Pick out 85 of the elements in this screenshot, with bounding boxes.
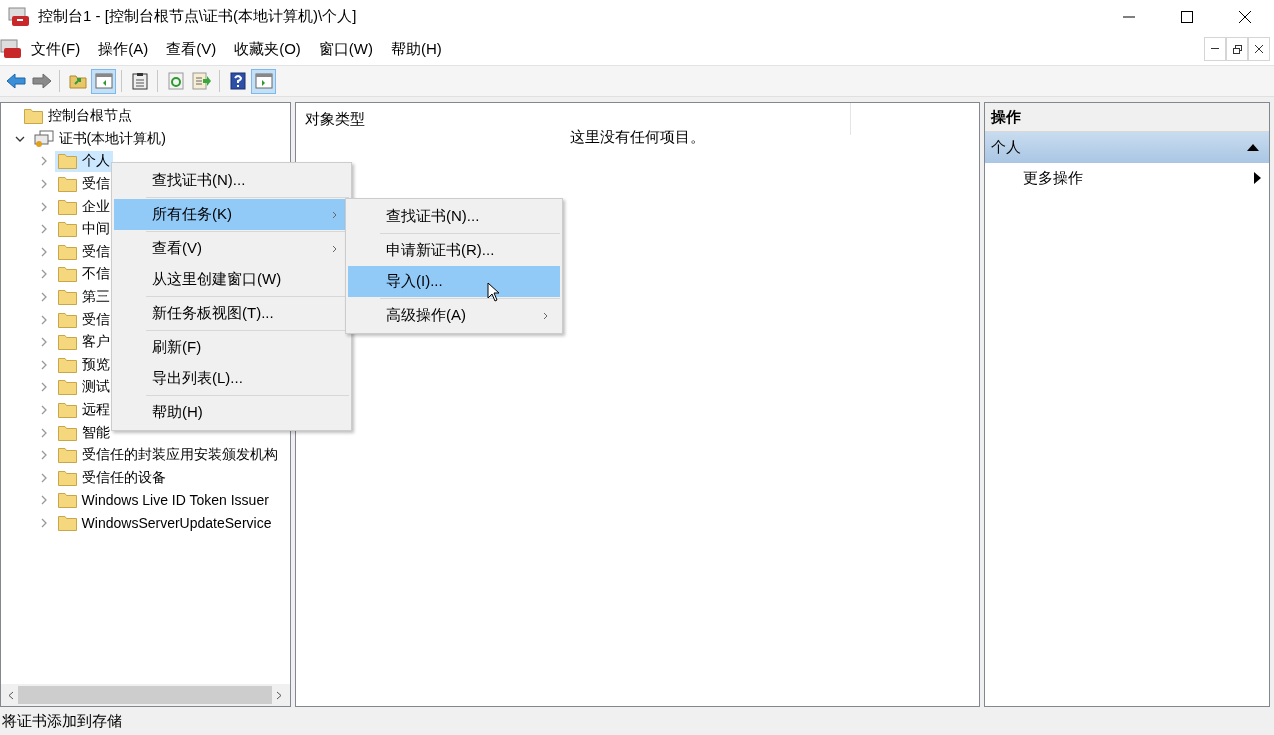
actions-header: 操作 — [985, 103, 1269, 132]
tree-item[interactable]: 企业 — [54, 196, 113, 218]
folder-icon — [57, 334, 77, 351]
menu-item[interactable]: 新任务板视图(T)... — [114, 298, 349, 329]
menu-item[interactable]: 高级操作(A) — [348, 300, 560, 331]
tree-item[interactable]: 受信 — [54, 241, 113, 263]
submenu-triangle-icon — [1254, 172, 1261, 184]
scroll-left-icon — [8, 690, 14, 700]
status-text: 将证书添加到存储 — [2, 711, 122, 731]
folder-icon — [57, 198, 77, 215]
menu-item[interactable]: 申请新证书(R)... — [348, 235, 560, 266]
folder-icon — [57, 311, 77, 328]
folder-icon — [57, 492, 77, 509]
tree-item[interactable]: 受信 — [54, 173, 113, 195]
back-arrow-icon — [5, 73, 26, 89]
horizontal-scrollbar[interactable] — [1, 684, 290, 706]
folder-icon — [57, 379, 77, 396]
menu-item[interactable]: 查看(V) — [157, 35, 226, 63]
folder-icon — [57, 289, 77, 306]
menu-item[interactable]: 帮助(H) — [114, 397, 349, 428]
folder-up-icon — [68, 73, 87, 89]
close-icon — [1255, 45, 1263, 53]
folder-icon — [57, 447, 77, 464]
menu-item[interactable]: 查找证书(N)... — [348, 201, 560, 232]
tree-item[interactable]: 智能 — [54, 422, 113, 444]
action-section[interactable]: 个人 — [985, 132, 1269, 163]
folder-icon — [57, 153, 77, 170]
folder-icon — [57, 221, 77, 238]
menu-item[interactable]: 导出列表(L)... — [114, 363, 349, 394]
close-button[interactable] — [1248, 37, 1270, 61]
tree-item[interactable]: 受信 — [54, 309, 113, 331]
tree-item[interactable]: 预览 — [54, 354, 113, 376]
minimize-icon — [1123, 15, 1135, 18]
tree-item[interactable]: 中间 — [54, 218, 113, 240]
scroll-right-icon — [276, 690, 282, 700]
menu-item[interactable]: 导入(I)... — [348, 266, 560, 297]
tree-item[interactable]: 证书(本地计算机) — [30, 128, 169, 150]
help-icon — [229, 72, 246, 90]
tree-item[interactable]: 受信任的设备 — [54, 467, 169, 489]
window-title: 控制台1 - [控制台根节点\证书(本地计算机)\个人] — [38, 7, 358, 26]
tree-item[interactable]: 第三 — [54, 286, 113, 308]
toolbox-icon[interactable] — [0, 39, 22, 59]
tree-item[interactable]: 远程 — [54, 399, 113, 421]
menu-item[interactable]: 操作(A) — [89, 35, 158, 63]
maximize-icon — [1181, 10, 1193, 23]
close-icon — [1239, 10, 1251, 23]
menu-item[interactable]: 从这里创建窗口(W) — [114, 264, 349, 295]
folder-icon — [57, 356, 77, 373]
folder-icon — [57, 176, 77, 193]
folder-icon — [57, 402, 77, 418]
tree-item[interactable]: 控制台根节点 — [21, 105, 135, 127]
toolbox-icon — [8, 6, 30, 27]
refresh-icon — [167, 72, 184, 90]
menu-item[interactable]: 收藏夹(O) — [225, 35, 310, 63]
minimize-icon — [1211, 48, 1219, 50]
menu-item[interactable]: 刷新(F) — [114, 332, 349, 363]
pane-toggle-icon — [94, 73, 113, 89]
folder-icon — [57, 515, 77, 531]
menu-item[interactable]: 窗口(W) — [309, 35, 382, 63]
tree-item[interactable]: Windows Live ID Token Issuer — [54, 489, 272, 511]
tree-item[interactable]: 客户 — [54, 331, 113, 353]
menu-item[interactable]: 查找证书(N)... — [114, 165, 349, 196]
menu-item[interactable]: 帮助(H) — [382, 35, 451, 63]
pane-toggle-icon — [254, 73, 273, 89]
folder-icon — [57, 424, 77, 441]
tree-item[interactable]: 受信任的封装应用安装颁发机构 — [54, 444, 281, 466]
forward-arrow-icon — [31, 73, 52, 89]
restore-button[interactable] — [1226, 37, 1248, 61]
collapse-triangle-icon — [1247, 144, 1259, 151]
folder-icon — [57, 243, 77, 260]
menu-item[interactable]: 文件(F) — [22, 35, 90, 63]
export-list-icon — [191, 72, 212, 90]
restore-icon — [1232, 44, 1242, 54]
tree-item[interactable]: 不信 — [54, 263, 113, 285]
menu-item[interactable]: 查看(V) — [114, 233, 349, 264]
computer-certificate-icon — [33, 129, 54, 148]
folder-icon — [24, 108, 43, 125]
tree-item[interactable]: 测试 — [54, 376, 113, 398]
mouse-cursor-icon — [487, 282, 501, 302]
tree-item[interactable]: 个人 — [54, 151, 113, 172]
action-item[interactable]: 更多操作 — [985, 163, 1269, 193]
clipboard-icon — [131, 72, 148, 90]
folder-icon — [57, 469, 77, 486]
folder-icon — [57, 266, 77, 283]
tree-item[interactable]: WindowsServerUpdateService — [54, 512, 275, 534]
